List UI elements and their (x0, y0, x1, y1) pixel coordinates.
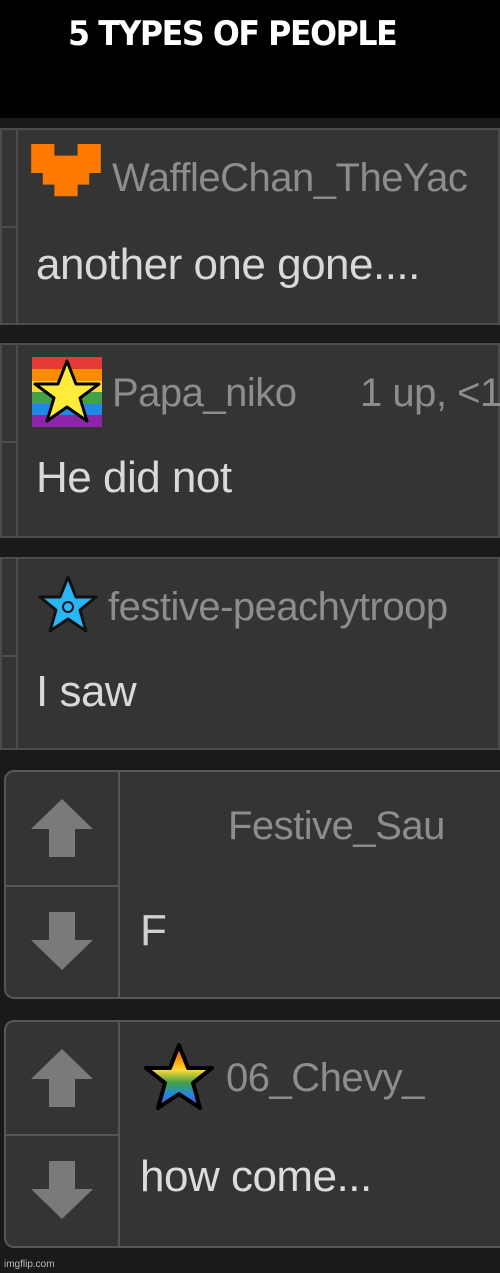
rail-divider (2, 655, 16, 657)
comment-rail (16, 345, 18, 536)
downvote-button[interactable] (6, 1134, 118, 1246)
rainbow-star-icon (32, 357, 102, 427)
comment-text: I saw (36, 667, 137, 716)
comment-meta: 1 up, <1 (360, 371, 500, 415)
comment-1: WaffleChan_TheYac another one gone.... (0, 128, 500, 325)
blue-star-icon (38, 575, 98, 633)
comment-5: 06_Chevy_ how come... (4, 1020, 500, 1248)
comment-text: F (140, 906, 167, 955)
comment-username[interactable]: Festive_Sau (228, 804, 445, 849)
upvote-button[interactable] (6, 772, 118, 885)
comment-username[interactable]: 06_Chevy_ (226, 1056, 424, 1101)
comment-rail (16, 130, 18, 323)
orange-heart-icon (31, 144, 101, 202)
comment-3: festive-peachytroop I saw (0, 557, 500, 750)
rail-divider (2, 441, 16, 443)
down-arrow-icon (31, 1161, 93, 1219)
upvote-button[interactable] (6, 1022, 118, 1134)
comment-text: another one gone.... (36, 240, 420, 289)
comment-text: how come... (140, 1152, 372, 1201)
comment-2: Papa_niko 1 up, <1 He did not (0, 343, 500, 538)
comment-username[interactable]: festive-peachytroop (108, 585, 448, 630)
vote-column (6, 772, 120, 997)
watermark: imgflip.com (4, 1259, 55, 1270)
comment-rail (16, 559, 18, 748)
up-arrow-icon (31, 1049, 93, 1107)
comment-username[interactable]: WaffleChan_TheYac (112, 156, 468, 201)
meme-header: 5 TYPES OF PEOPLE (0, 0, 500, 118)
down-arrow-icon (31, 911, 93, 970)
downvote-button[interactable] (6, 885, 118, 998)
up-arrow-icon (31, 799, 93, 858)
comment-4: Festive_Sau F (4, 770, 500, 999)
meme-title: 5 TYPES OF PEOPLE (68, 14, 398, 54)
comment-username[interactable]: Papa_niko (112, 371, 297, 416)
rainbow-star-outline-icon (144, 1043, 214, 1110)
vote-column (6, 1022, 120, 1246)
rail-divider (2, 226, 16, 228)
comment-text: He did not (36, 453, 232, 502)
